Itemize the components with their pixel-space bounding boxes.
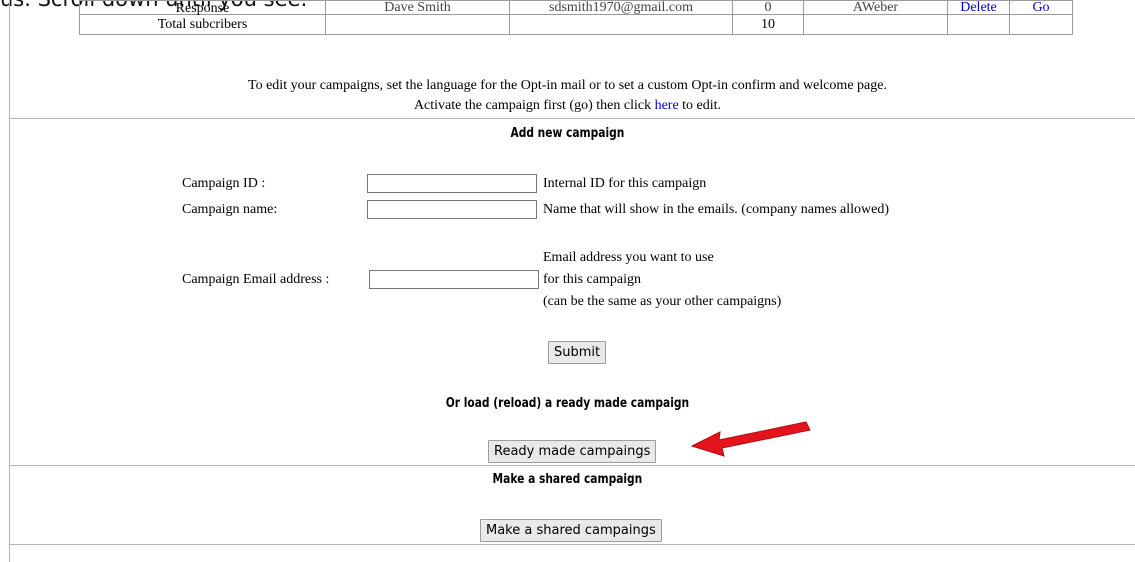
table-cell[interactable]: Delete	[947, 0, 1010, 15]
subscriber-count: 0	[764, 0, 772, 15]
table-cell[interactable]: Go	[1009, 0, 1073, 15]
table-cell	[803, 14, 948, 35]
edit-info-text: Activate the campaign first (go) then cl…	[413, 98, 655, 113]
edit-info-text-end: to edit.	[678, 98, 722, 113]
section-divider	[9, 465, 1135, 466]
table-cell	[947, 14, 1010, 35]
table-cell: 0	[732, 0, 804, 15]
table-cell: sdsmith1970@gmail.com	[509, 0, 733, 15]
subscriber-email: sdsmith1970@gmail.com	[549, 0, 693, 15]
table-cell	[509, 14, 733, 35]
table-row: Response Dave Smith sdsmith1970@gmail.co…	[79, 0, 1073, 16]
make-shared-campaigns-button[interactable]: Make a shared campaings	[480, 519, 662, 542]
ready-made-campaigns-button[interactable]: Ready made campaings	[488, 440, 657, 463]
campaign-name-hint: Name that will show in the emails. (comp…	[543, 202, 890, 217]
here-link[interactable]: here	[655, 98, 679, 113]
table-cell	[325, 14, 510, 35]
section-divider	[9, 544, 1135, 545]
subscriber-name: Dave Smith	[384, 0, 451, 15]
total-label: Total subcribers	[79, 14, 326, 35]
email-hint-line-1: Email address you want to use	[543, 250, 714, 265]
edit-info-line-1: To edit your campaigns, set the language…	[248, 78, 887, 93]
delete-link[interactable]: Delete	[960, 2, 997, 14]
add-campaign-heading: Add new campaign	[510, 126, 625, 141]
table-cell: AWeber	[803, 0, 948, 15]
red-arrow-icon	[690, 421, 811, 457]
table-cell: Response	[79, 0, 326, 16]
table-row-total: Total subcribers 10	[79, 14, 1073, 35]
section-divider	[9, 118, 1135, 119]
email-hint-line-2: for this campaign	[543, 272, 641, 287]
total-count: 10	[732, 14, 804, 35]
campaign-id-label: Campaign ID :	[182, 176, 266, 191]
response-text: Response	[175, 1, 230, 16]
campaign-name-input[interactable]	[367, 200, 537, 219]
campaign-name-label: Campaign name:	[182, 202, 278, 217]
campaign-email-label: Campaign Email address :	[182, 272, 330, 287]
shared-campaign-heading: Make a shared campaign	[492, 472, 643, 487]
table-cell: Dave Smith	[325, 0, 510, 15]
email-hint-line-3: (can be the same as your other campaigns…	[543, 294, 782, 309]
campaign-id-input[interactable]	[367, 174, 537, 193]
campaign-id-hint: Internal ID for this campaign	[543, 176, 707, 191]
ready-made-heading: Or load (reload) a ready made campaign	[445, 396, 690, 411]
table-cell	[1009, 14, 1073, 35]
subscriber-service: AWeber	[852, 0, 899, 15]
subscribers-table: Response Dave Smith sdsmith1970@gmail.co…	[79, 0, 1073, 35]
campaign-email-input[interactable]	[369, 270, 539, 289]
edit-info-line-2: Activate the campaign first (go) then cl…	[0, 98, 1135, 114]
go-link[interactable]: Go	[1032, 2, 1049, 14]
submit-button[interactable]: Submit	[548, 341, 607, 364]
